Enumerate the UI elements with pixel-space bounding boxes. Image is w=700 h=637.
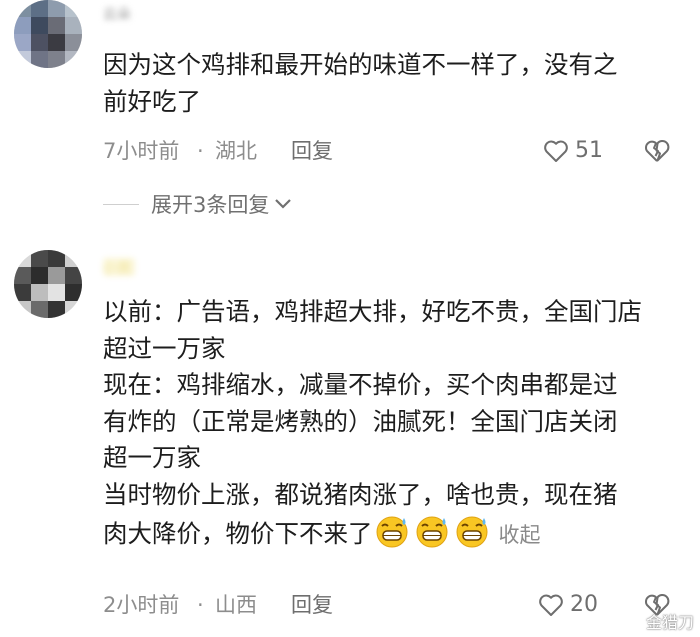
broken-heart-icon bbox=[644, 140, 670, 162]
heart-outline-icon bbox=[544, 140, 568, 162]
separator-dot: · bbox=[197, 139, 204, 163]
comment-text: 因为这个鸡排和最开始的味道不一样了，没有之 前好吃了 bbox=[103, 47, 683, 120]
timestamp: 2小时前 bbox=[103, 593, 180, 617]
comment-line-text: 肉大降价，物价下不来了 bbox=[103, 518, 373, 548]
comment-meta: 2小时前 · 山西 回复 20 bbox=[103, 589, 693, 621]
like-count: 20 bbox=[570, 592, 598, 617]
username[interactable]: 小黄 bbox=[103, 258, 135, 276]
reply-button[interactable]: 回复 bbox=[291, 589, 333, 621]
grinning-sweat-emoji bbox=[453, 514, 491, 559]
location: 湖北 bbox=[215, 139, 257, 163]
like-button[interactable]: 51 bbox=[543, 135, 603, 167]
location: 山西 bbox=[215, 593, 257, 617]
comment-line: 因为这个鸡排和最开始的味道不一样了，没有之 bbox=[103, 50, 618, 79]
weibo-logo-icon bbox=[620, 613, 641, 630]
weibo-watermark: 金猎刀 bbox=[620, 609, 694, 633]
comment-text: 以前：广告语，鸡排超大排，好吃不贵，全国门店 超过一万家 现在：鸡排缩水，减量不… bbox=[103, 294, 683, 558]
avatar[interactable] bbox=[14, 250, 82, 318]
grinning-sweat-emoji bbox=[373, 514, 411, 559]
like-count: 51 bbox=[575, 138, 603, 163]
username[interactable]: 云朵 bbox=[103, 4, 183, 22]
separator-dot: · bbox=[197, 593, 204, 617]
expand-replies-label: 展开3条回复 bbox=[151, 193, 270, 217]
comment-line: 超一万家 bbox=[103, 443, 201, 473]
expand-replies-button[interactable]: 展开3条回复 bbox=[103, 189, 293, 219]
chevron-down-icon bbox=[275, 199, 292, 209]
divider-line bbox=[103, 203, 139, 205]
comment-line: 前好吃了 bbox=[103, 86, 201, 116]
heart-outline-icon bbox=[539, 594, 563, 616]
comment-line: 有炸的（正常是烤熟的）油腻死！全国门店关闭 bbox=[103, 406, 618, 436]
dislike-button[interactable] bbox=[643, 138, 671, 173]
timestamp: 7小时前 bbox=[103, 139, 180, 163]
comment-line: 当时物价上涨，都说猪肉涨了，啥也贵，现在猪 bbox=[103, 479, 618, 509]
reply-button[interactable]: 回复 bbox=[291, 135, 333, 167]
comment-line: 肉大降价，物价下不来了 收起 bbox=[103, 514, 683, 559]
watermark-text: 金猎刀 bbox=[645, 613, 694, 632]
grinning-sweat-emoji bbox=[413, 514, 451, 559]
comment-line: 超过一万家 bbox=[103, 333, 226, 363]
comment-line: 以前：广告语，鸡排超大排，好吃不贵，全国门店 bbox=[103, 297, 642, 326]
comment-meta: 7小时前 · 湖北 回复 51 bbox=[103, 135, 693, 167]
collapse-button[interactable]: 收起 bbox=[499, 523, 541, 547]
comment-line: 现在：鸡排缩水，减量不掉价，买个肉串都是过 bbox=[103, 370, 618, 400]
like-button[interactable]: 20 bbox=[538, 589, 598, 621]
avatar[interactable] bbox=[14, 0, 82, 68]
